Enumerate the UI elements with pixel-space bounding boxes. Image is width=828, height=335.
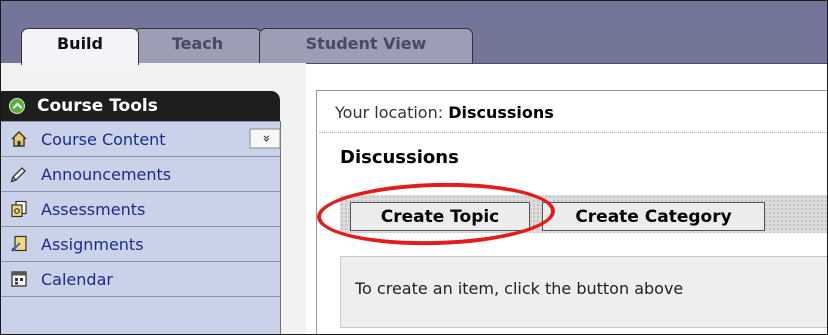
main-content: Your location: Discussions Discussions C…	[316, 90, 827, 334]
page-title: Discussions	[340, 147, 459, 168]
tab-student-view[interactable]: Student View	[259, 28, 473, 63]
tab-teach[interactable]: Teach	[133, 28, 262, 63]
tab-build[interactable]: Build	[21, 28, 139, 65]
sidebar: Course Tools Course Content » Announceme…	[1, 63, 306, 334]
sidebar-item-partial	[1, 296, 280, 331]
tab-bar: Build Teach Student View	[1, 1, 827, 65]
info-text: To create an item, click the button abov…	[355, 279, 684, 298]
sidebar-item-label: Course Content	[41, 129, 166, 149]
course-tools-label: Course Tools	[37, 96, 158, 116]
assessment-icon	[9, 199, 29, 219]
breadcrumb-prefix: Your location:	[335, 103, 444, 122]
megaphone-icon	[9, 164, 29, 184]
sidebar-item-announcements[interactable]: Announcements	[1, 156, 280, 191]
breadcrumb-location[interactable]: Discussions	[448, 103, 554, 122]
highlight-ellipse	[316, 179, 556, 249]
sidebar-item-course-content[interactable]: Course Content »	[1, 121, 281, 156]
app-window: Build Teach Student View Course Tools Co…	[0, 0, 828, 335]
sidebar-item-label: Assessments	[41, 199, 146, 219]
sidebar-item-calendar[interactable]: Calendar	[1, 261, 280, 296]
info-box: To create an item, click the button abov…	[340, 256, 827, 328]
divider	[319, 132, 827, 134]
assignment-icon	[9, 234, 29, 254]
calendar-icon	[9, 269, 29, 289]
course-tools-header[interactable]: Course Tools	[1, 91, 280, 121]
create-category-button[interactable]: Create Category	[542, 202, 765, 231]
collapse-circle-icon[interactable]	[9, 98, 25, 114]
sidebar-item-label: Announcements	[41, 164, 172, 184]
sidebar-item-label: Assignments	[41, 234, 144, 254]
chevron-down-icon[interactable]: »	[249, 128, 281, 149]
house-icon	[9, 129, 29, 149]
sidebar-item-assessments[interactable]: Assessments	[1, 191, 280, 226]
sidebar-item-assignments[interactable]: Assignments	[1, 226, 280, 261]
breadcrumb: Your location: Discussions	[335, 103, 554, 122]
sidebar-item-label: Calendar	[41, 269, 113, 289]
course-tools-list: Course Content » Announcements Assessmen…	[1, 121, 281, 334]
